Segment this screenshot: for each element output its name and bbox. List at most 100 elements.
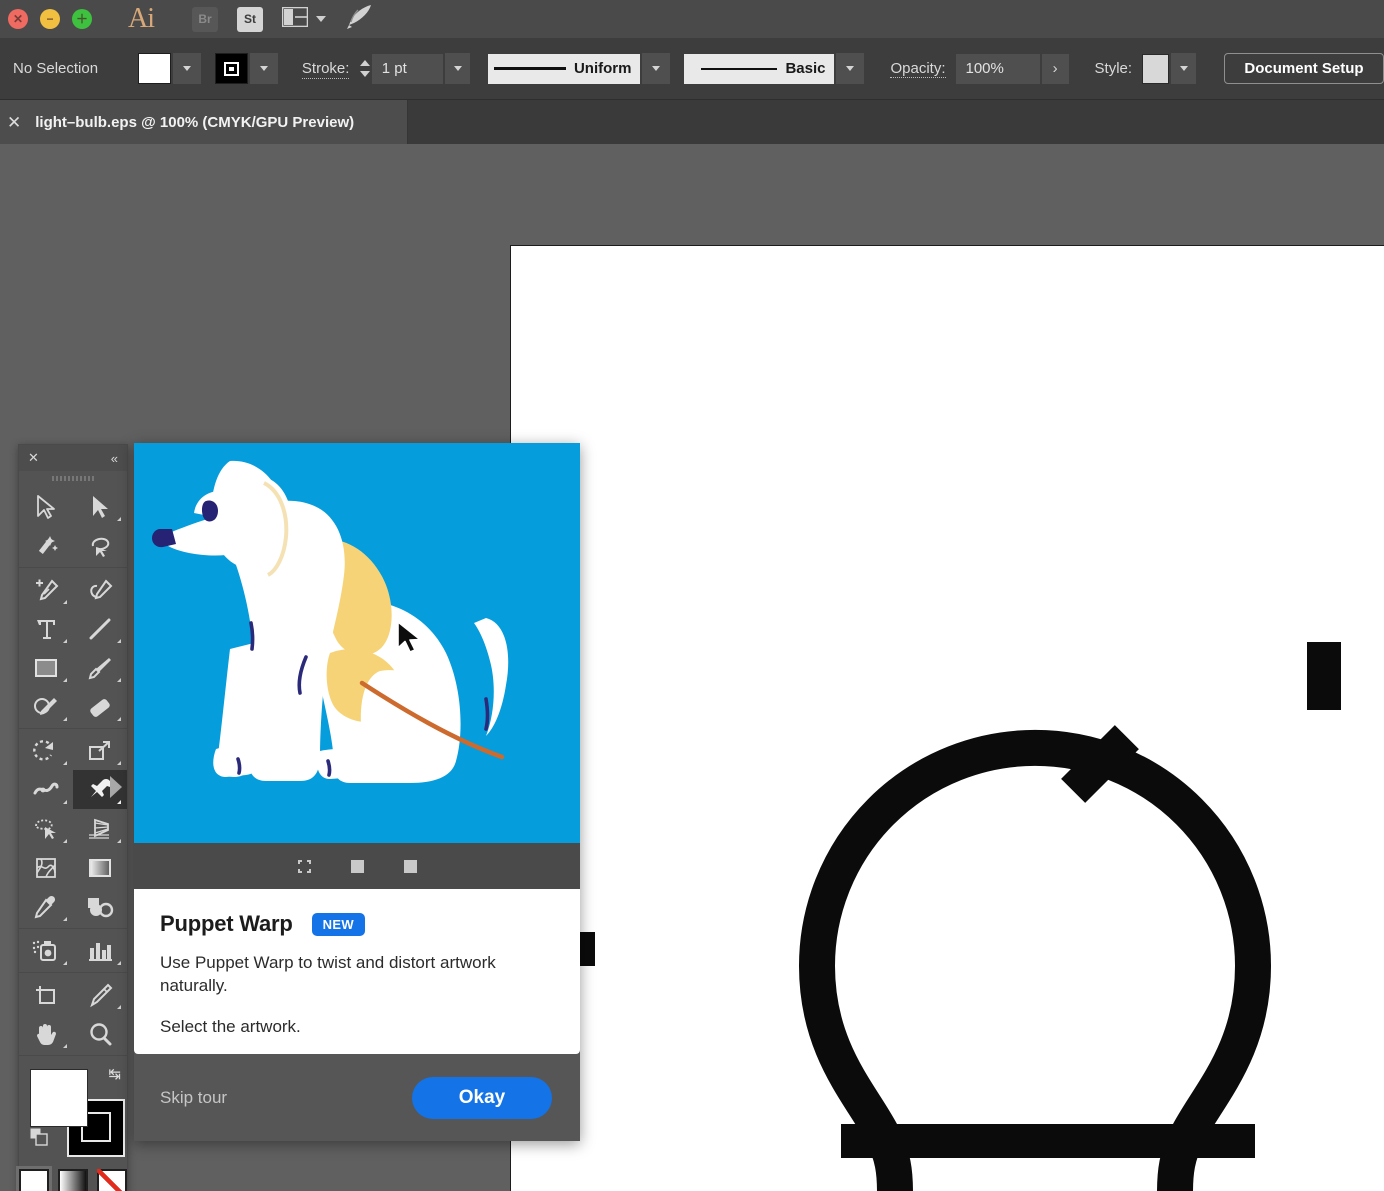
fill-swatch[interactable] (137, 53, 171, 84)
bridge-button[interactable]: Br (192, 6, 218, 32)
tool-group-selection (19, 485, 127, 568)
tour-pagination (134, 843, 580, 889)
shaper-tool[interactable] (19, 687, 73, 726)
gradient-icon (89, 858, 111, 877)
pen-tool[interactable] (19, 570, 73, 609)
perspective-grid-tool[interactable] (73, 809, 127, 848)
gradient-tool[interactable] (73, 848, 127, 887)
default-fill-stroke-icon[interactable] (29, 1127, 51, 1152)
rotate-tool[interactable] (19, 731, 73, 770)
stroke-swatch[interactable] (214, 53, 248, 84)
document-setup-button[interactable]: Document Setup (1224, 53, 1384, 84)
tools-panel-header: ✕ « (19, 445, 127, 471)
free-transform-tool[interactable] (19, 809, 73, 848)
blend-tool[interactable] (73, 887, 127, 926)
profile-line-icon (494, 67, 566, 70)
artboard[interactable] (510, 245, 1384, 1191)
chevron-down-icon (316, 16, 326, 22)
fill-color-swatch[interactable] (30, 1069, 88, 1127)
collapse-icon[interactable]: « (111, 451, 118, 466)
scale-tool[interactable] (73, 731, 127, 770)
gradient-mode-button[interactable] (58, 1169, 88, 1191)
stepper-up-icon[interactable] (359, 60, 370, 66)
close-icon: ✕ (12, 12, 24, 26)
stroke-control[interactable] (214, 53, 278, 84)
stroke-weight-dropdown-button[interactable] (445, 53, 471, 84)
tool-group-indicator (117, 678, 121, 682)
workspace: ✕ « ↹ Puppet Warp NEW Use Puppet Warp to… (0, 144, 1384, 1191)
tour-action-text: Select the artwork. (160, 1017, 301, 1037)
fill-dropdown-button[interactable] (172, 53, 201, 84)
maximize-window-button[interactable]: ＋ (72, 9, 92, 29)
magic-wand-tool[interactable] (19, 526, 73, 565)
arrange-documents-button[interactable] (281, 6, 326, 32)
close-icon[interactable]: ✕ (28, 450, 39, 466)
paintbrush-tool[interactable] (73, 648, 127, 687)
brush-definition-select[interactable]: Basic (684, 53, 835, 84)
panel-drag-handle[interactable] (19, 471, 127, 485)
eraser-tool[interactable] (73, 687, 127, 726)
none-mode-button[interactable] (97, 1169, 128, 1191)
minimize-window-button[interactable]: − (40, 9, 60, 29)
brush-line-icon (701, 67, 778, 70)
shape-builder-tool[interactable] (19, 848, 73, 887)
stroke-weight-stepper[interactable] (357, 54, 371, 84)
skip-tour-link[interactable]: Skip tour (160, 1088, 227, 1108)
color-mode-button[interactable] (16, 1166, 52, 1191)
close-window-button[interactable]: ✕ (8, 9, 28, 29)
tour-dot-1[interactable] (297, 859, 311, 873)
shaper-icon (34, 697, 57, 715)
width-icon (33, 782, 59, 794)
tool-group-indicator (63, 678, 67, 682)
tour-dot-3[interactable] (403, 859, 417, 873)
chevron-down-icon (846, 66, 855, 71)
rectangle-tool[interactable] (19, 648, 73, 687)
stroke-weight-input[interactable]: 1 pt (371, 53, 444, 84)
document-tab[interactable]: ✕ light–bulb.eps @ 100% (CMYK/GPU Previe… (0, 100, 408, 144)
width-tool[interactable] (19, 770, 73, 809)
hand-tool[interactable] (19, 1014, 73, 1053)
brush-definition-label: Basic (785, 60, 826, 77)
lasso-tool[interactable] (73, 526, 127, 565)
selection-tool[interactable] (19, 487, 73, 526)
variable-width-profile-select[interactable]: Uniform (488, 53, 641, 84)
okay-button[interactable]: Okay (412, 1076, 552, 1119)
stepper-down-icon[interactable] (359, 71, 370, 77)
curvature-tool[interactable] (73, 570, 127, 609)
swap-fill-stroke-icon[interactable]: ↹ (108, 1065, 121, 1083)
brush-dropdown-button[interactable] (836, 53, 865, 84)
tour-title-row: Puppet Warp NEW (160, 911, 556, 937)
eyedropper-tool[interactable] (19, 887, 73, 926)
direct-selection-tool[interactable] (73, 487, 127, 526)
hand-icon (36, 1023, 57, 1045)
slice-tool[interactable] (73, 975, 127, 1014)
style-dropdown-button[interactable] (1171, 53, 1196, 84)
selected-tool-pointer (110, 776, 122, 798)
artboard-tool[interactable] (19, 975, 73, 1014)
tool-group-indicator (117, 839, 121, 843)
tour-popup: Puppet Warp NEW Use Puppet Warp to twist… (134, 443, 580, 1141)
fill-control[interactable] (137, 53, 201, 84)
graphic-style-swatch[interactable] (1142, 53, 1170, 84)
symbol-sprayer-tool[interactable] (19, 931, 73, 970)
opacity-more-button[interactable]: › (1041, 53, 1069, 84)
tool-group-symbol-graph (19, 929, 127, 973)
tour-illustration (134, 443, 580, 843)
zoom-tool[interactable] (73, 1014, 127, 1053)
maximize-icon: ＋ (75, 12, 88, 26)
rocket-icon[interactable] (345, 3, 375, 36)
stroke-dropdown-button[interactable] (249, 53, 278, 84)
tool-group-indicator (63, 600, 67, 604)
tool-group-indicator (117, 800, 121, 804)
opacity-input[interactable]: 100% (955, 53, 1040, 84)
close-tab-icon[interactable]: ✕ (7, 114, 21, 131)
minimize-icon: − (46, 12, 54, 26)
new-badge: NEW (311, 912, 365, 936)
tour-dot-2[interactable] (350, 859, 364, 873)
stock-button[interactable]: St (237, 6, 263, 32)
type-tool[interactable] (19, 609, 73, 648)
stroke-swatch-inner (223, 61, 239, 76)
column-graph-tool[interactable] (73, 931, 127, 970)
variable-width-dropdown-button[interactable] (642, 53, 671, 84)
line-segment-tool[interactable] (73, 609, 127, 648)
